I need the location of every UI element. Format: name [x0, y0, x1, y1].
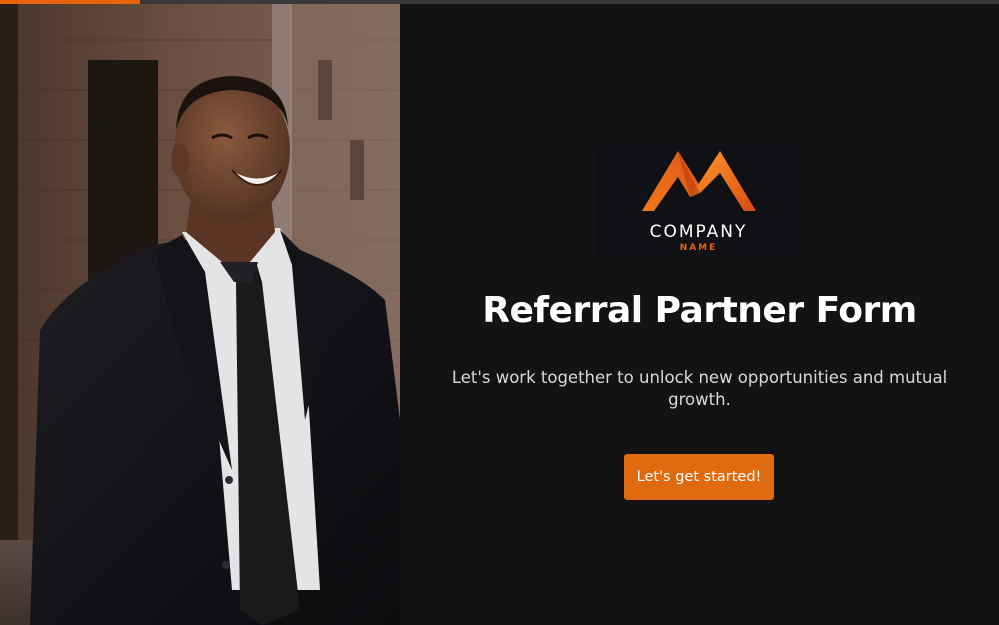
form-page: COMPANY NAME Referral Partner Form Let's… [0, 0, 999, 625]
logo-name-text: NAME [679, 243, 718, 253]
intro-panel: COMPANY NAME Referral Partner Form Let's… [400, 0, 999, 625]
get-started-button[interactable]: Let's get started! [624, 454, 774, 500]
page-subtitle: Let's work together to unlock new opport… [451, 368, 948, 409]
progress-bar [0, 0, 999, 4]
logo-company-text: COMPANY [649, 222, 748, 242]
progress-bar-fill [0, 0, 140, 4]
company-logo: COMPANY NAME [596, 145, 801, 260]
page-title: Referral Partner Form [482, 290, 917, 331]
hero-photo [0, 0, 400, 625]
photo-smiling-man-icon [0, 0, 400, 625]
mountain-m-logo-icon [642, 151, 756, 211]
